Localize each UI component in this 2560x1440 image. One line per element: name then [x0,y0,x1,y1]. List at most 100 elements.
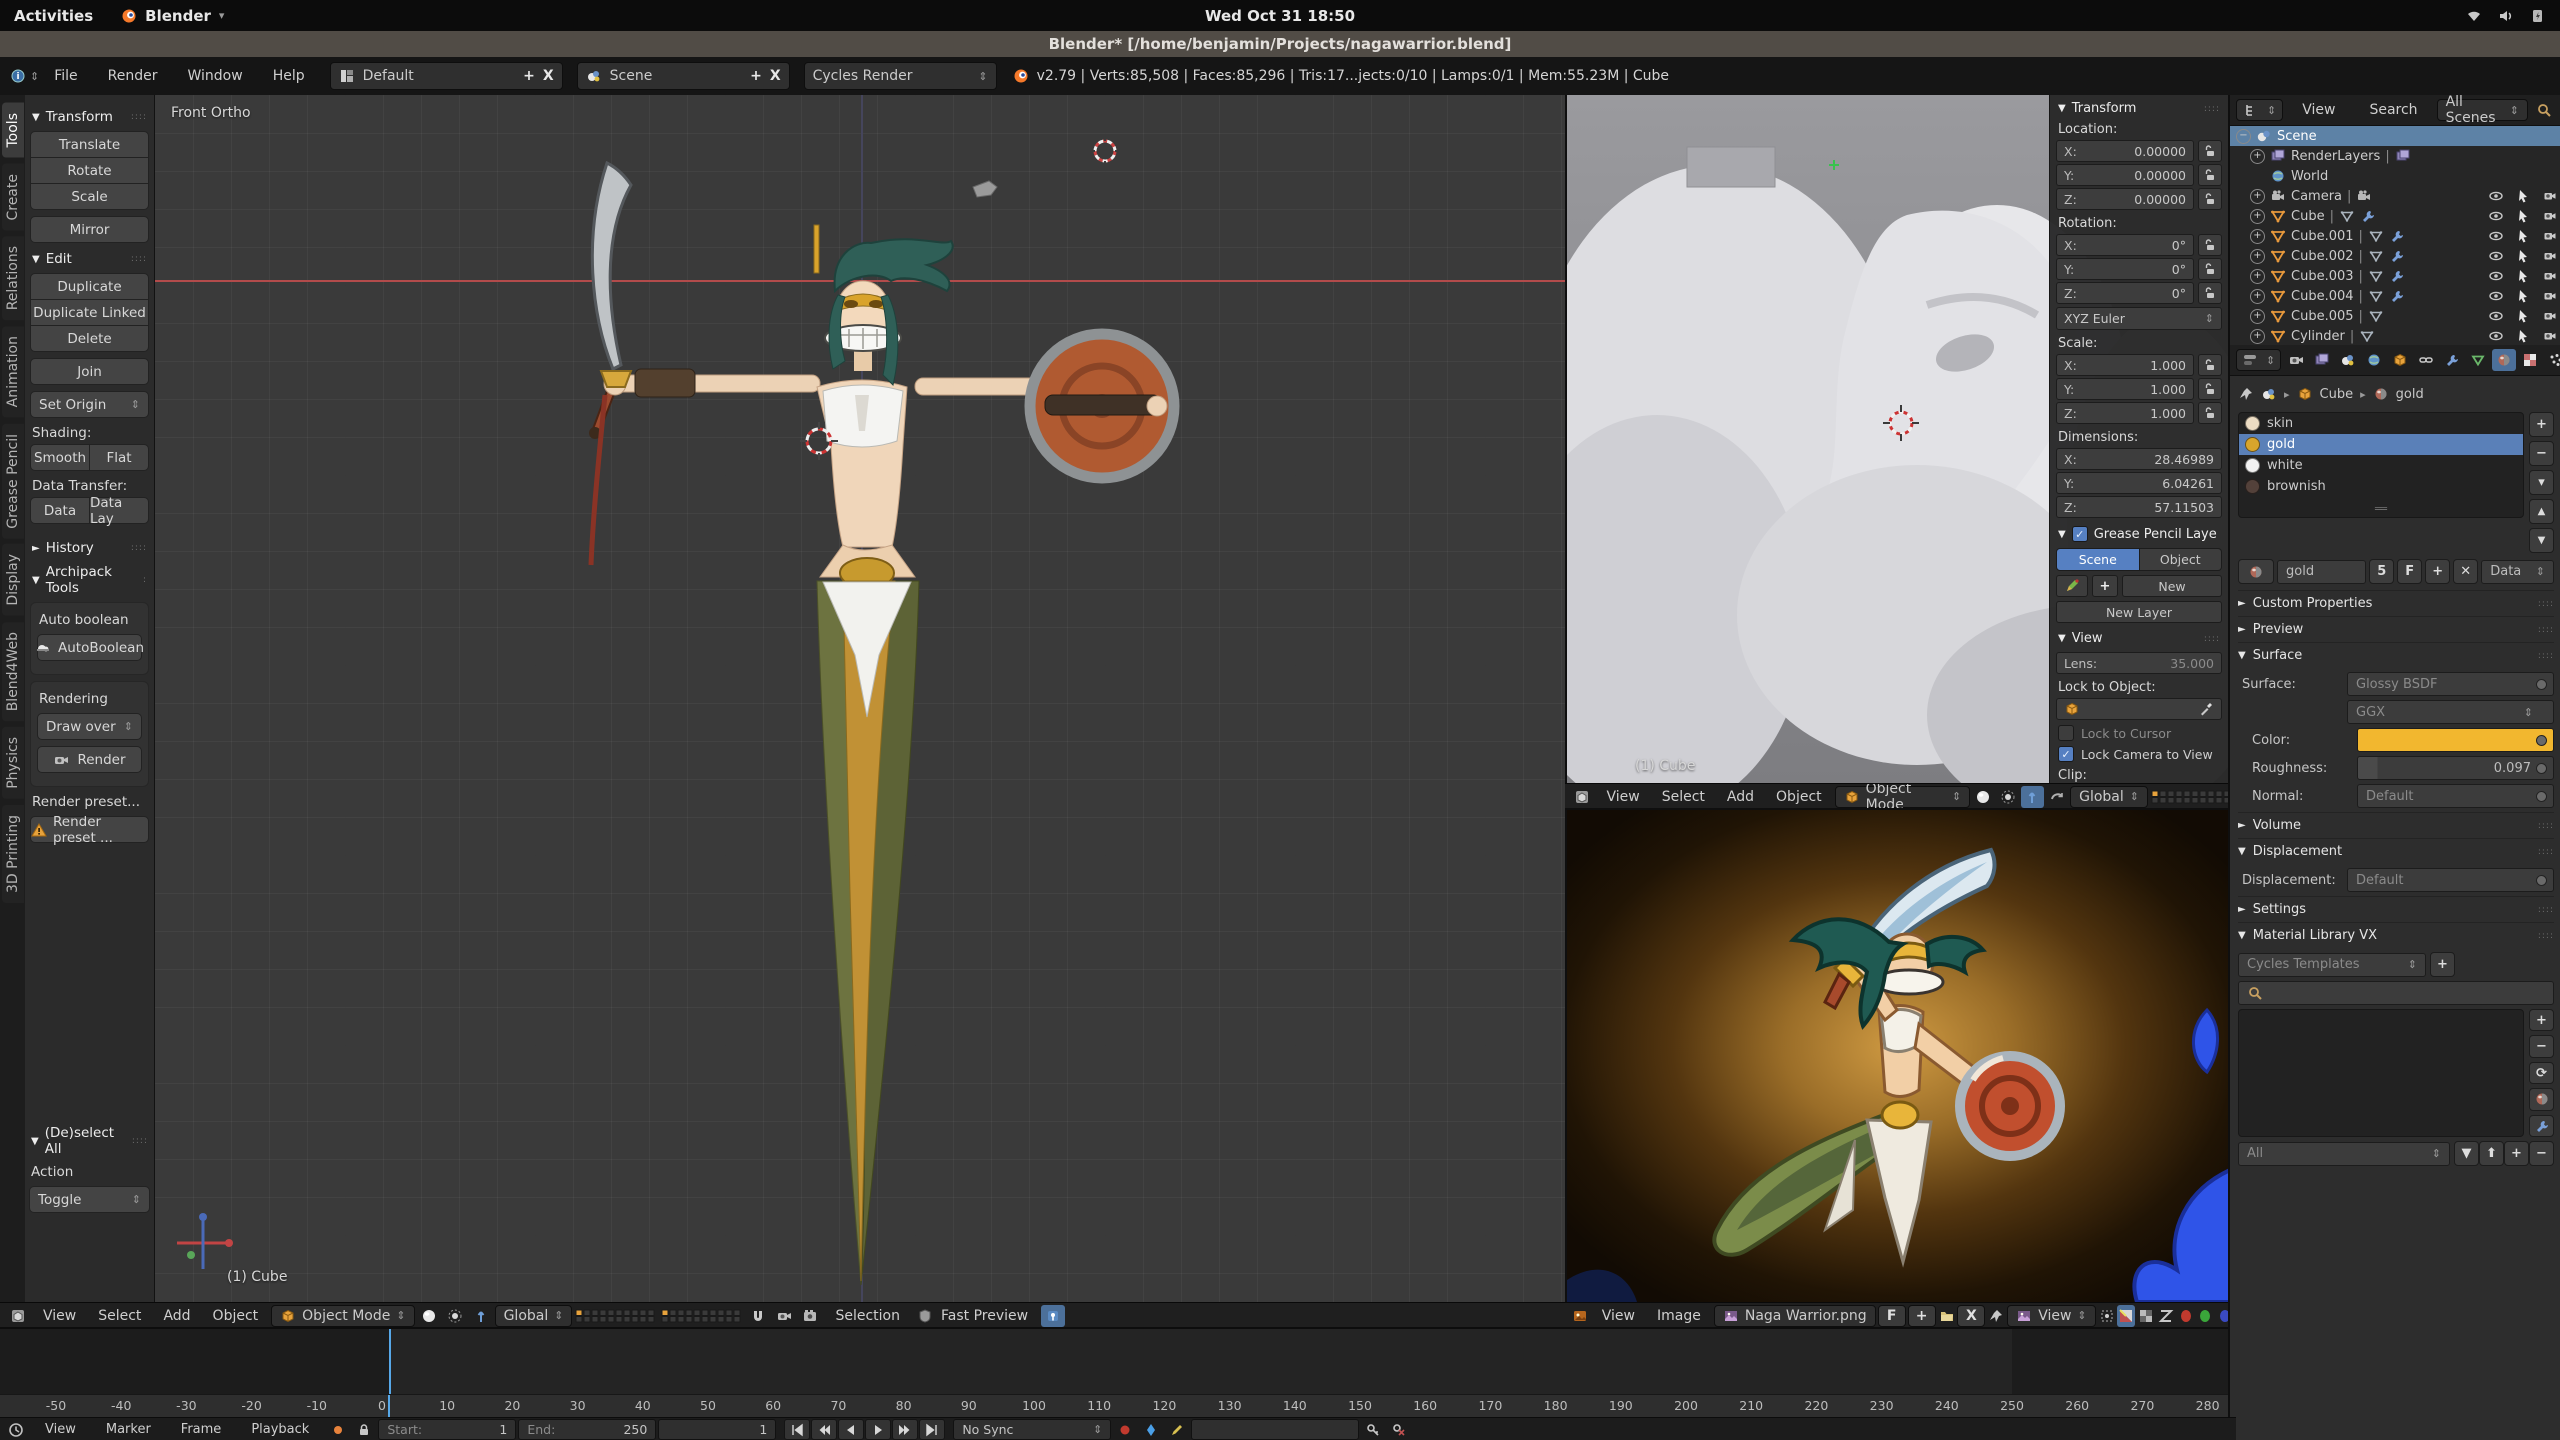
frame-start-field[interactable]: Start:1 [378,1419,516,1440]
material-users-button[interactable]: 5 [2369,559,2394,584]
drag-dots-icon[interactable]: :::: [131,543,147,553]
transform-field-location-x[interactable]: X:0.00000 [2056,140,2194,162]
transform-field-scale-y[interactable]: Y:1.000 [2056,378,2194,400]
surface-shader-dropdown[interactable]: Glossy BSDF [2347,672,2554,696]
properties-tab-constraints[interactable] [2414,349,2438,371]
image-datablock-selector[interactable]: Naga Warrior.png [1714,1305,1876,1327]
pin-icon[interactable] [2238,386,2254,402]
key-remove-icon[interactable] [1387,1419,1411,1440]
viewport-menu-add[interactable]: Add [152,1308,201,1324]
drag-dots-icon[interactable]: :::: [2204,634,2220,644]
lock-to-object-field[interactable] [2056,698,2222,720]
panel-header-transform[interactable]: ▼ Transform :::: [32,109,147,125]
lock-icon[interactable] [2198,378,2222,400]
outliner-display-mode[interactable]: ⇕ [2236,99,2283,121]
material-add-button[interactable]: + [2425,559,2450,584]
camtoggle-toggle-icon[interactable] [2542,208,2558,224]
image-menu-image[interactable]: Image [1646,1308,1712,1324]
current-frame-cursor-ruler[interactable] [388,1395,390,1418]
translate-button[interactable]: Translate [30,131,149,158]
shading-smooth-button[interactable]: Smooth [30,444,90,471]
breadcrumb-material[interactable]: gold [2396,387,2424,402]
viewport-menu-object[interactable]: Object [202,1308,270,1324]
camtoggle-toggle-icon[interactable] [2542,288,2558,304]
render-anim-icon[interactable] [798,1305,822,1327]
expand-icon[interactable]: + [2250,249,2265,264]
menu-file[interactable]: File [39,68,92,84]
dot-green-icon[interactable] [2196,1305,2214,1327]
frame-end-field[interactable]: End:250 [518,1419,656,1440]
toolshelf-tab-3d-printing[interactable]: 3D Printing [2,805,24,903]
eyedropper-icon[interactable] [2198,701,2214,717]
outliner-item-cube.005[interactable]: +Cube.005| [2230,306,2560,326]
scene-add-button[interactable]: + [750,68,762,84]
lock-icon[interactable] [2198,282,2222,304]
scene-close-button[interactable]: X [770,68,781,84]
arrow-toggle-icon[interactable] [2515,288,2531,304]
panel-header-history[interactable]: ► History :::: [32,540,147,556]
viewport-menu-select[interactable]: Select [87,1308,152,1324]
duplicate-button[interactable]: Duplicate [30,273,149,300]
window-titlebar[interactable]: Blender* [/home/benjamin/Projects/nagawa… [0,31,2560,58]
gp-new-layer-button[interactable]: New Layer [2056,601,2222,623]
autokey-pencil-icon[interactable] [1165,1419,1189,1440]
channel-z-icon[interactable] [2157,1305,2175,1327]
expand-icon[interactable]: + [2250,289,2265,304]
sword-blade[interactable] [592,163,631,369]
camtoggle-toggle-icon[interactable] [2542,308,2558,324]
sculpt-menu-view[interactable]: View [1595,789,1650,805]
scene-selector[interactable]: Scene + X [577,62,790,90]
record-small-icon[interactable] [326,1419,350,1440]
lock-icon[interactable] [2198,402,2222,424]
shield-sphere-icon[interactable] [913,1305,937,1327]
panel-displacement[interactable]: ▼ Displacement:::: [2238,838,2554,864]
toolshelf-tab-create[interactable]: Create [2,164,24,231]
toolshelf-tab-relations[interactable]: Relations [2,236,24,320]
toolshelf-tab-blend4web[interactable]: Blend4Web [2,622,24,721]
properties-tab-scene[interactable] [2336,349,2360,371]
pivot-icon[interactable] [1997,786,2019,808]
pin-icon[interactable] [1987,1305,2005,1327]
eye-toggle-icon[interactable] [2488,188,2504,204]
transform-field-location-y[interactable]: Y:0.00000 [2056,164,2194,186]
drag-dots-icon[interactable]: : [143,575,147,585]
current-frame-cursor[interactable] [389,1329,391,1396]
transform-field-rotation-z[interactable]: Z:0° [2056,282,2194,304]
roughness-slider[interactable]: 0.097 [2357,756,2554,780]
viewport-menu-view[interactable]: View [32,1308,87,1324]
system-tray[interactable] [2466,8,2546,24]
outliner-item-cube.002[interactable]: +Cube.002| [2230,246,2560,266]
matlib-wrench-button[interactable] [2529,1115,2554,1137]
panel-settings[interactable]: ► Settings:::: [2238,896,2554,922]
matlib-template-dropdown[interactable]: Cycles Templates⇕ [2238,953,2426,977]
expand-icon[interactable]: + [2250,229,2265,244]
list-resize-handle[interactable]: ══ [2375,504,2387,515]
magnifier-icon[interactable] [2532,99,2556,121]
camtoggle-toggle-icon[interactable] [2542,328,2558,344]
matlib-list-remove-button[interactable]: − [2529,1035,2554,1057]
material-slot-white[interactable]: white [2239,455,2523,476]
outliner-item-renderlayers[interactable]: +RenderLayers| [2230,146,2560,166]
orientation-selector[interactable]: Global⇕ [495,1305,573,1327]
timeline-tracks[interactable] [0,1327,2228,1396]
data-transfer-data-lay-button[interactable]: Data Lay [90,497,149,524]
lock-icon[interactable] [2198,140,2222,162]
arrow-toggle-icon[interactable] [2515,208,2531,224]
timeline-menu-frame[interactable]: Frame [166,1422,237,1437]
sculpt-menu-add[interactable]: Add [1716,789,1765,805]
menu-window[interactable]: Window [173,68,258,84]
channel-rgba-icon[interactable] [2117,1305,2135,1327]
lock-icon[interactable] [2198,354,2222,376]
properties-tab-data[interactable] [2466,349,2490,371]
clock[interactable]: Wed Oct 31 18:50 [1205,7,1355,25]
arrow-toggle-icon[interactable] [2515,188,2531,204]
manipulator-rotate-icon[interactable] [2046,786,2068,808]
editor-timeline-icon[interactable] [4,1419,28,1440]
camtoggle-toggle-icon[interactable] [2542,268,2558,284]
properties-tab-world[interactable] [2362,349,2386,371]
auto-boolean-button[interactable]: AutoBoolean [37,634,142,661]
current-frame-field[interactable]: 1 [658,1419,776,1440]
shading-sphere-icon[interactable] [417,1305,441,1327]
transform-field-scale-z[interactable]: Z:1.000 [2056,402,2194,424]
panel-material-library[interactable]: ▼ Material Library VX:::: [2238,922,2554,948]
